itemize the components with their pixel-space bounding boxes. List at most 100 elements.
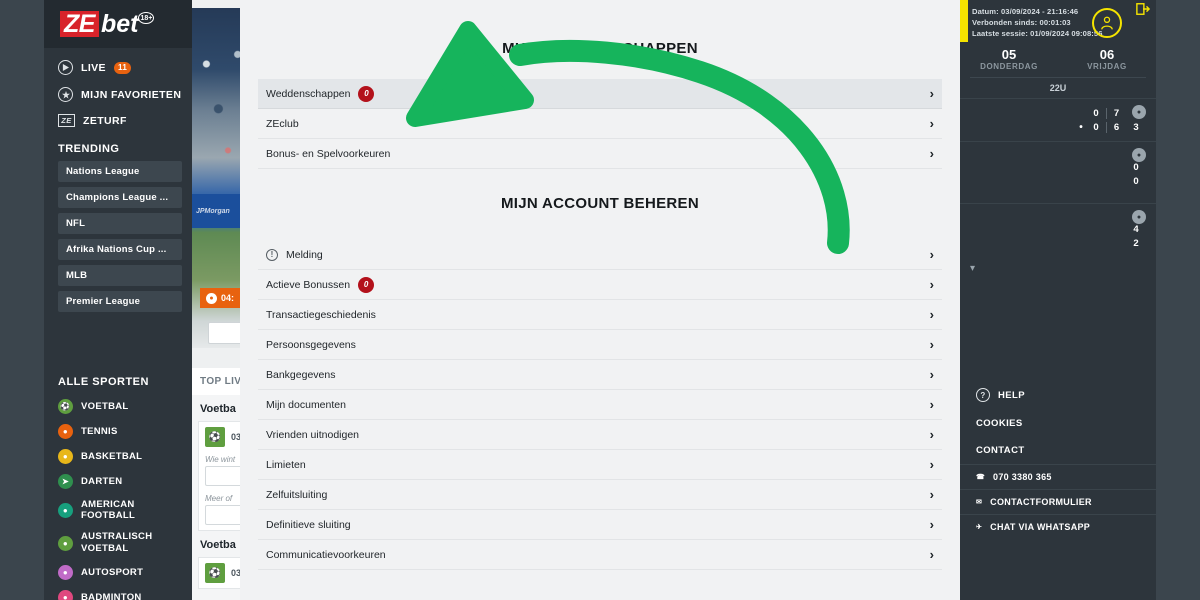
chevron-right-icon: › xyxy=(929,247,934,262)
score-row: 0 xyxy=(970,176,1146,187)
menu-item-definitieve-sluiting[interactable]: Definitieve sluiting › xyxy=(258,510,942,540)
basketball-icon: ● xyxy=(58,449,73,464)
match-row[interactable]: ● 0 7 3 • 0 6 3 xyxy=(960,98,1156,141)
sidebar-sport-basketbal[interactable]: ● BASKETBAL xyxy=(44,444,192,469)
menu-item-melding[interactable]: ! Melding › xyxy=(258,240,942,270)
chevron-right-icon: › xyxy=(929,487,934,502)
sidebar-sport-american-football[interactable]: ● AMERICAN FOOTBALL xyxy=(44,494,192,526)
contact-label: CONTACTFORMULIER xyxy=(990,497,1092,507)
bets-menu-list: Weddenschappen 0 › ZEclub › Bonus- en Sp… xyxy=(258,79,942,169)
left-gutter xyxy=(0,0,44,600)
hour-label: 22U xyxy=(970,77,1146,98)
menu-item-label: Bonus- en Spelvoorkeuren xyxy=(266,147,391,160)
trending-title: TRENDING xyxy=(58,143,120,155)
sidebar-item-favorites[interactable]: MIJN FAVORIETEN xyxy=(44,81,192,108)
star-circle-icon xyxy=(58,87,73,102)
menu-item-label: Persoonsgegevens xyxy=(266,338,356,351)
menu-item-weddenschappen[interactable]: Weddenschappen 0 › xyxy=(258,79,942,109)
chevron-right-icon: › xyxy=(929,337,934,352)
right-gutter xyxy=(1156,0,1200,600)
sport-label: AMERICAN FOOTBALL xyxy=(81,499,136,521)
menu-item-limieten[interactable]: Limieten › xyxy=(258,450,942,480)
avatar[interactable] xyxy=(1092,8,1122,38)
menu-item-label: Communicatievoorkeuren xyxy=(266,548,386,561)
all-sports-panel: ALLE SPORTEN ⚽ VOETBAL ● TENNIS ● BASKET… xyxy=(44,366,192,600)
trending-item[interactable]: MLB xyxy=(58,265,182,286)
match-list: ● 0 7 3 • 0 6 3 ● 0 xyxy=(960,98,1156,274)
chevron-right-icon: › xyxy=(929,457,934,472)
match-row[interactable]: ● 4 2 xyxy=(960,203,1156,259)
trending-item[interactable]: Champions League ... xyxy=(58,187,182,208)
chevron-right-icon: › xyxy=(929,146,934,161)
hero-live-badge[interactable]: ● 04: xyxy=(200,288,241,308)
menu-item-communicatievoorkeuren[interactable]: Communicatievoorkeuren › xyxy=(258,540,942,570)
menu-item-label: Transactiegeschiedenis xyxy=(266,308,376,321)
score-row: 0 xyxy=(970,162,1146,173)
menu-item-zeclub[interactable]: ZEclub › xyxy=(258,109,942,139)
sidebar-sport-voetbal[interactable]: ⚽ VOETBAL xyxy=(44,394,192,419)
menu-item-label: Weddenschappen xyxy=(266,87,351,100)
menu-item-label: ZEclub xyxy=(266,117,299,130)
tennis-icon: ● xyxy=(58,424,73,439)
sport-label: TENNIS xyxy=(81,426,118,437)
sidebar-sport-autosport[interactable]: ● AUTOSPORT xyxy=(44,560,192,585)
footer-link-contact[interactable]: CONTACT xyxy=(960,437,1156,464)
contact-whatsapp[interactable]: ✈ CHAT VIA WHATSAPP xyxy=(960,514,1156,539)
day-option[interactable]: 06 VRIJDAG xyxy=(1058,47,1156,71)
chat-icon: ✈ xyxy=(976,524,983,531)
logout-icon[interactable] xyxy=(1136,2,1151,21)
score-cell: 4 xyxy=(1133,224,1139,235)
menu-item-label: Definitieve sluiting xyxy=(266,518,351,531)
all-sports-title: ALLE SPORTEN xyxy=(58,376,149,388)
footer-link-cookies[interactable]: COOKIES xyxy=(960,410,1156,437)
footer-link-label: CONTACT xyxy=(976,445,1025,456)
session-last-session: Laatste sessie: 01/09/2024 09:08:56 xyxy=(972,29,1103,38)
chevron-right-icon: › xyxy=(929,517,934,532)
match-row[interactable]: ● 0 0 xyxy=(960,141,1156,203)
day-option[interactable]: 05 DONDERDAG xyxy=(960,47,1058,71)
score-cell: 6 xyxy=(1106,122,1126,133)
menu-item-mijn-documenten[interactable]: Mijn documenten › xyxy=(258,390,942,420)
sidebar-item-live[interactable]: LIVE 11 xyxy=(44,54,192,81)
day-number: 05 xyxy=(1001,47,1017,62)
menu-item-actieve-bonussen[interactable]: Actieve Bonussen 0 › xyxy=(258,270,942,300)
menu-item-bankgegevens[interactable]: Bankgegevens › xyxy=(258,360,942,390)
question-circle-icon: ? xyxy=(976,388,990,402)
football-icon: ⚽ xyxy=(205,427,225,447)
day-selector[interactable]: 05 DONDERDAG 06 VRIJDAG xyxy=(960,43,1156,73)
menu-item-vrienden-uitnodigen[interactable]: Vrienden uitnodigen › xyxy=(258,420,942,450)
menu-item-label: Vrienden uitnodigen xyxy=(266,428,360,441)
site-logo[interactable]: ZE bet 18+ xyxy=(44,0,192,48)
tennis-ball-icon: ● xyxy=(1132,148,1146,162)
footer-link-label: COOKIES xyxy=(976,418,1023,429)
sidebar-sport-badminton[interactable]: ● BADMINTON xyxy=(44,585,192,600)
chevron-down-icon[interactable]: ▾ xyxy=(960,259,1156,274)
bonus-count-badge: 0 xyxy=(358,276,375,293)
chevron-right-icon: › xyxy=(929,86,934,101)
sport-label: VOETBAL xyxy=(81,401,129,412)
right-panel: Datum: 03/09/2024 - 21:16:46 Verbonden s… xyxy=(960,0,1156,600)
sidebar-item-zeturf[interactable]: ZE ZETURF xyxy=(44,108,192,133)
trending-item[interactable]: Afrika Nations Cup ... xyxy=(58,239,182,260)
chevron-right-icon: › xyxy=(929,367,934,382)
chevron-right-icon: › xyxy=(929,397,934,412)
menu-item-bonus-spelvoorkeuren[interactable]: Bonus- en Spelvoorkeuren › xyxy=(258,139,942,169)
tennis-ball-icon: ● xyxy=(1132,105,1146,119)
sidebar-sport-tennis[interactable]: ● TENNIS xyxy=(44,419,192,444)
phone-icon: ☎ xyxy=(976,474,986,481)
contact-label: CHAT VIA WHATSAPP xyxy=(990,522,1091,532)
menu-item-zelfuitsluiting[interactable]: Zelfuitsluiting › xyxy=(258,480,942,510)
contact-phone[interactable]: ☎ 070 3380 365 xyxy=(960,464,1156,489)
footer-link-help[interactable]: ? HELP xyxy=(960,380,1156,410)
sidebar-sport-darten[interactable]: ➤ DARTEN xyxy=(44,469,192,494)
sport-label: AUTOSPORT xyxy=(81,567,144,578)
score-cell: 0 xyxy=(1093,108,1099,119)
chevron-right-icon: › xyxy=(929,277,934,292)
trending-item[interactable]: NFL xyxy=(58,213,182,234)
trending-item[interactable]: Nations League xyxy=(58,161,182,182)
contact-form[interactable]: ✉ CONTACTFORMULIER xyxy=(960,489,1156,514)
menu-item-persoonsgegevens[interactable]: Persoonsgegevens › xyxy=(258,330,942,360)
sidebar-sport-australisch-voetbal[interactable]: ● AUSTRALISCH VOETBAL xyxy=(44,526,192,560)
trending-item[interactable]: Premier League xyxy=(58,291,182,312)
menu-item-transactiegeschiedenis[interactable]: Transactiegeschiedenis › xyxy=(258,300,942,330)
